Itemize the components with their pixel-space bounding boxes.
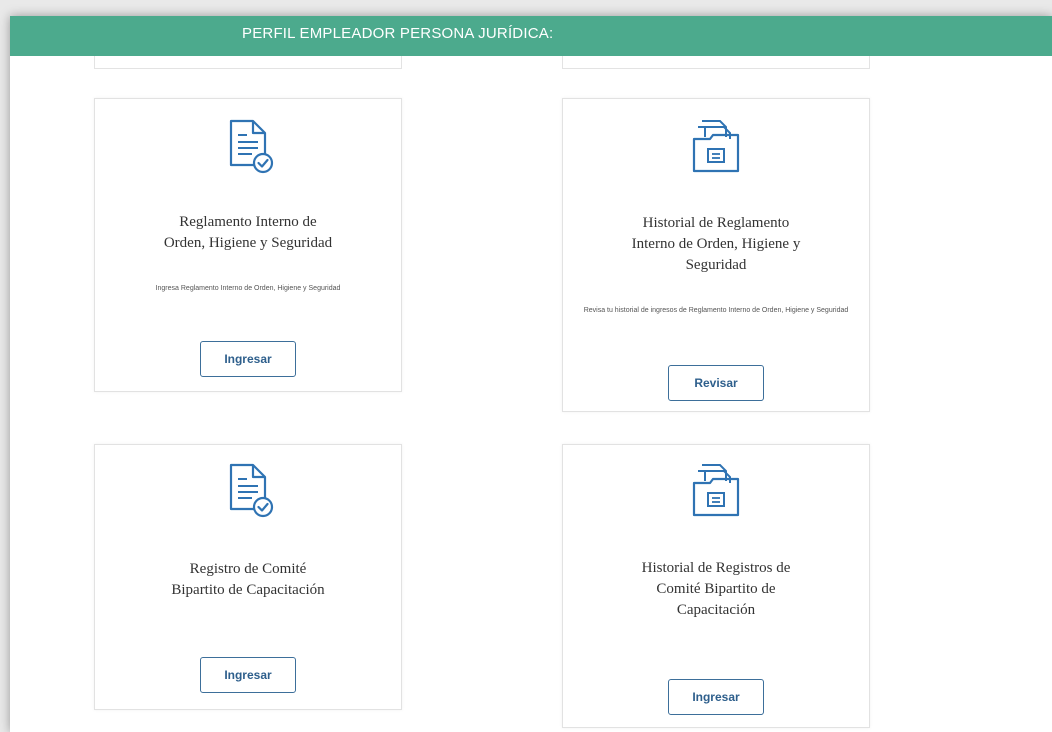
card-stub-right [562, 56, 870, 69]
folder-archive-icon [686, 459, 746, 526]
document-check-icon [219, 461, 277, 526]
page-title: PERFIL EMPLEADOR PERSONA JURÍDICA: [242, 25, 554, 42]
revisar-button[interactable]: Revisar [668, 365, 764, 401]
card-description: Revisa tu historial de ingresos de Regla… [583, 307, 849, 314]
card-registro-comite: Registro de Comité Bipartito de Capacita… [94, 444, 402, 710]
ingresar-button[interactable]: Ingresar [200, 341, 296, 377]
card-historial-registros-comite: Historial de Registros de Comité Biparti… [562, 444, 870, 728]
card-title: Historial de Reglamento Interno de Orden… [631, 215, 801, 273]
header-bar: PERFIL EMPLEADOR PERSONA JURÍDICA: [10, 16, 1052, 56]
folder-archive-icon [686, 115, 746, 182]
ingresar-button[interactable]: Ingresar [668, 679, 764, 715]
page-frame: PERFIL EMPLEADOR PERSONA JURÍDICA: Regla… [10, 16, 1052, 732]
card-historial-reglamento: Historial de Reglamento Interno de Orden… [562, 98, 870, 412]
card-title: Historial de Registros de Comité Biparti… [641, 560, 791, 618]
card-reglamento-interno: Reglamento Interno de Orden, Higiene y S… [94, 98, 402, 392]
card-title: Reglamento Interno de Orden, Higiene y S… [163, 214, 333, 251]
card-title: Registro de Comité Bipartito de Capacita… [171, 561, 325, 598]
document-check-icon [219, 117, 277, 182]
card-stub-left [94, 56, 402, 69]
ingresar-button[interactable]: Ingresar [200, 657, 296, 693]
card-description: Ingresa Reglamento Interno de Orden, Hig… [155, 285, 341, 292]
